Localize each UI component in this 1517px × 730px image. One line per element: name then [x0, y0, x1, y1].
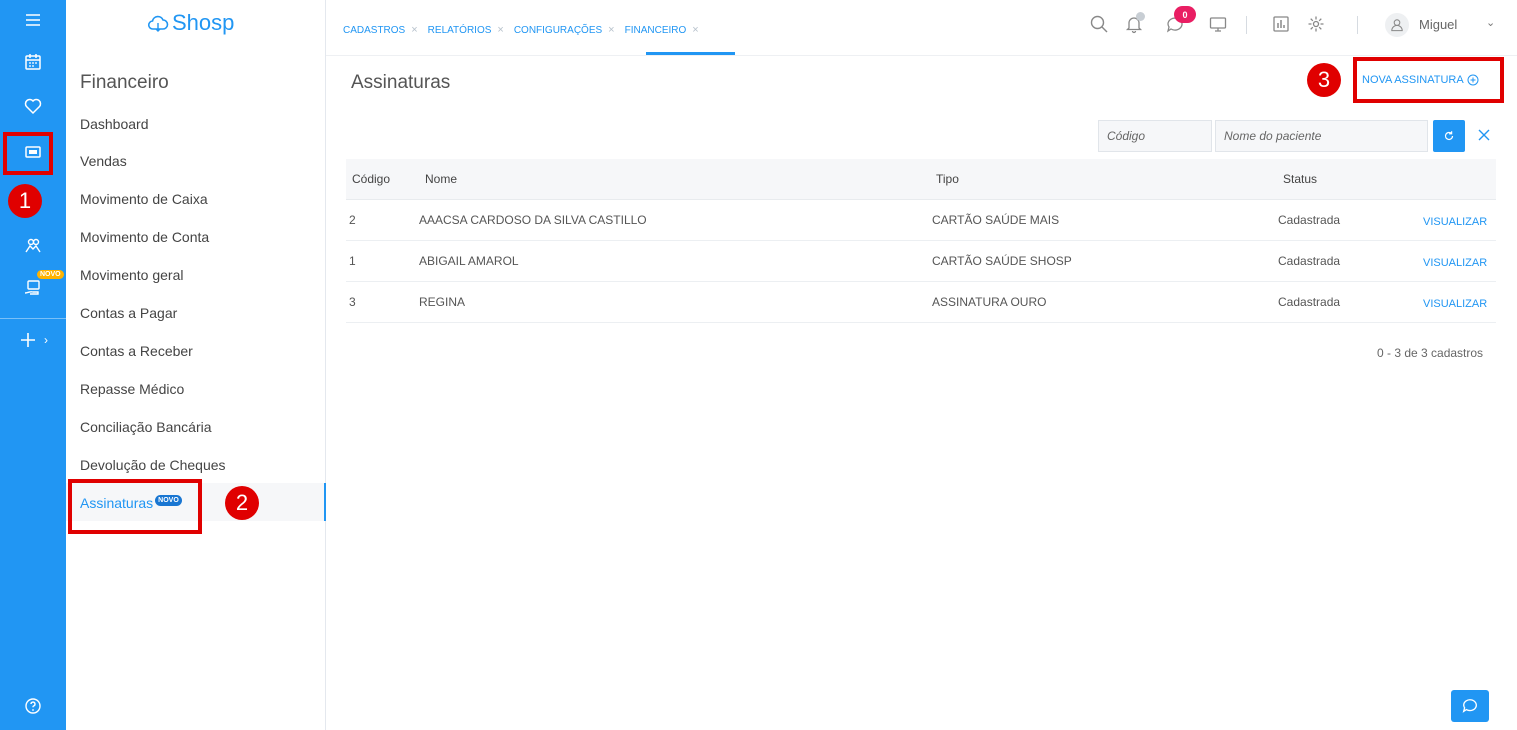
- annotation-badge-3: 3: [1307, 63, 1341, 97]
- notification-badge: 0: [1174, 6, 1196, 23]
- close-icon[interactable]: ×: [608, 24, 614, 36]
- status-dot: [1136, 12, 1145, 21]
- cell-type: CARTÃO SAÚDE MAIS: [932, 213, 1060, 227]
- tab-label: FINANCEIRO: [624, 24, 687, 36]
- patient-filter-input[interactable]: [1215, 120, 1428, 152]
- cell-code: 2: [349, 213, 356, 227]
- cell-code: 1: [349, 254, 356, 268]
- view-link[interactable]: VISUALIZAR: [1423, 216, 1487, 228]
- pagination-info: 0 - 3 de 3 cadastros: [1377, 346, 1484, 360]
- sidebar: [66, 0, 326, 730]
- icon-rail: NOVO ›: [0, 0, 66, 730]
- table-header: Código Nome Tipo Status: [346, 159, 1496, 200]
- sidebar-item-dashboard[interactable]: Dashboard: [80, 116, 149, 132]
- column-header-status[interactable]: Status: [1283, 172, 1317, 186]
- tab-financeiro[interactable]: FINANCEIRO ×: [625, 24, 699, 36]
- sidebar-item-movimento-conta[interactable]: Movimento de Conta: [80, 229, 209, 245]
- novo-badge: NOVO: [37, 270, 64, 279]
- report-icon[interactable]: [1269, 12, 1293, 36]
- user-name[interactable]: Miguel: [1419, 17, 1457, 32]
- divider: [1246, 16, 1247, 34]
- tab-relatorios[interactable]: RELATÓRIOS ×: [428, 24, 504, 36]
- tab-label: CADASTROS: [343, 24, 406, 36]
- cell-status: Cadastrada: [1278, 254, 1341, 268]
- tab-configuracoes[interactable]: CONFIGURAÇÕES ×: [514, 24, 615, 36]
- chat-bubble-icon: [1462, 699, 1477, 713]
- user-icon: [1391, 19, 1403, 32]
- annotation-badge-2: 2: [225, 486, 259, 520]
- sidebar-item-contas-pagar[interactable]: Contas a Pagar: [80, 305, 177, 321]
- monitor-icon[interactable]: [1206, 12, 1230, 36]
- sidebar-item-movimento-caixa[interactable]: Movimento de Caixa: [80, 191, 208, 207]
- people-icon[interactable]: [0, 226, 66, 266]
- annotation-box-2: [68, 479, 202, 534]
- divider: [1357, 16, 1358, 34]
- column-header-nome[interactable]: Nome: [425, 172, 457, 186]
- sidebar-item-contas-receber[interactable]: Contas a Receber: [80, 343, 193, 359]
- cell-name: AAACSA CARDOSO DA SILVA CASTILLO: [419, 213, 647, 227]
- rail-divider: [0, 318, 66, 319]
- tab-cadastros[interactable]: CADASTROS ×: [343, 24, 418, 36]
- brand-logo[interactable]: Shosp: [146, 10, 234, 36]
- sidebar-item-repasse-medico[interactable]: Repasse Médico: [80, 381, 184, 397]
- brand-name: Shosp: [172, 10, 235, 35]
- active-tab-indicator: [646, 52, 735, 55]
- plus-icon[interactable]: ›: [0, 320, 66, 360]
- search-icon[interactable]: [1087, 12, 1111, 36]
- calendar-icon[interactable]: [0, 42, 66, 82]
- help-icon[interactable]: [0, 686, 66, 726]
- sidebar-title: Financeiro: [80, 72, 169, 93]
- refresh-button[interactable]: [1433, 120, 1465, 152]
- sidebar-item-devolucao-cheques[interactable]: Devolução de Cheques: [80, 457, 226, 473]
- page-title: Assinaturas: [351, 72, 451, 93]
- sidebar-item-vendas[interactable]: Vendas: [80, 153, 127, 169]
- sidebar-item-movimento-geral[interactable]: Movimento geral: [80, 267, 184, 283]
- view-link[interactable]: VISUALIZAR: [1423, 257, 1487, 269]
- close-icon[interactable]: ×: [411, 24, 417, 36]
- column-header-codigo[interactable]: Código: [352, 172, 390, 186]
- cell-name: REGINA: [419, 295, 466, 309]
- tab-bar: CADASTROS × RELATÓRIOS × CONFIGURAÇÕES × FI…: [343, 24, 709, 36]
- annotation-badge-1: 1: [8, 184, 42, 218]
- cell-status: Cadastrada: [1278, 295, 1341, 309]
- close-icon[interactable]: ×: [692, 24, 698, 36]
- menu-icon[interactable]: [0, 0, 66, 40]
- cell-status: Cadastrada: [1278, 213, 1341, 227]
- view-link[interactable]: VISUALIZAR: [1423, 298, 1487, 310]
- table-row[interactable]: 2 AAACSA CARDOSO DA SILVA CASTILLO CARTÃ…: [346, 200, 1496, 241]
- cell-type: ASSINATURA OURO: [932, 295, 1047, 309]
- gear-icon[interactable]: [1304, 12, 1328, 36]
- heart-icon[interactable]: [0, 86, 66, 126]
- sidebar-item-conciliacao[interactable]: Conciliação Bancária: [80, 419, 212, 435]
- annotation-box-1: [3, 132, 53, 175]
- avatar[interactable]: [1385, 13, 1409, 37]
- annotation-box-3: [1353, 57, 1504, 103]
- chevron-down-icon[interactable]: ⌄: [1486, 16, 1495, 29]
- cell-code: 3: [349, 295, 356, 309]
- chevron-right-icon: ›: [44, 333, 48, 347]
- table-row[interactable]: 3 REGINA ASSINATURA OURO Cadastrada VISU…: [346, 282, 1496, 323]
- close-icon[interactable]: ×: [497, 24, 503, 36]
- subscriptions-table: Código Nome Tipo Status 2 AAACSA CARDOSO…: [346, 159, 1496, 323]
- cell-name: ABIGAIL AMAROL: [419, 254, 519, 268]
- column-header-tipo[interactable]: Tipo: [936, 172, 959, 186]
- close-icon: [1478, 129, 1490, 141]
- clear-filter-button[interactable]: [1473, 124, 1495, 146]
- cloud-logo-icon: [147, 15, 169, 32]
- table-row[interactable]: 1 ABIGAIL AMAROL CARTÃO SAÚDE SHOSP Cada…: [346, 241, 1496, 282]
- code-filter-input[interactable]: [1098, 120, 1212, 152]
- cell-type: CARTÃO SAÚDE SHOSP: [932, 254, 1072, 268]
- chat-button[interactable]: [1451, 690, 1489, 722]
- tab-label: CONFIGURAÇÕES: [513, 24, 603, 36]
- tab-label: RELATÓRIOS: [427, 24, 492, 36]
- refresh-icon: [1444, 131, 1454, 141]
